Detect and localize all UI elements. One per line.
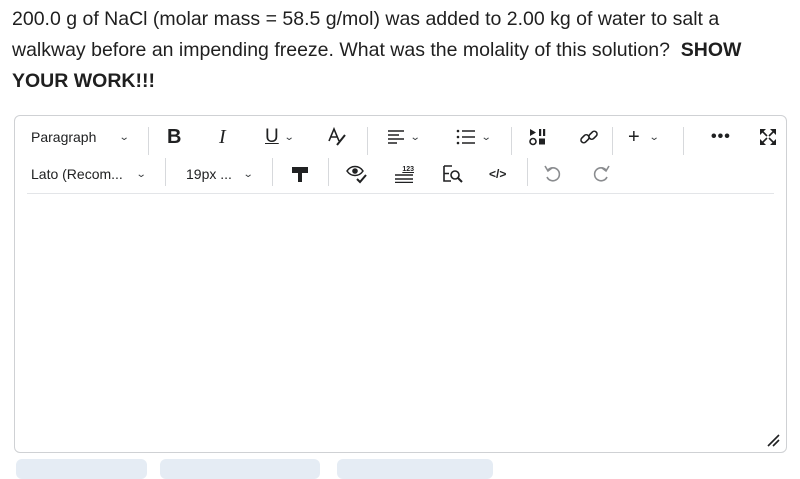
find-replace-button[interactable] <box>442 156 464 192</box>
action-button-3[interactable] <box>337 459 493 479</box>
editor-content-area[interactable] <box>15 196 786 452</box>
toolbar-divider <box>527 158 528 186</box>
undo-button[interactable] <box>543 156 563 192</box>
insert-media-button[interactable] <box>529 119 549 155</box>
toolbar-row-1: Paragraph ⌄ B I U ⌄ ⌄ ⌄ + ⌄ ••• <box>15 119 786 155</box>
action-button-2[interactable] <box>160 459 320 479</box>
insert-link-button[interactable] <box>579 119 599 155</box>
chevron-down-icon: ⌄ <box>242 168 254 180</box>
question-body: 200.0 g of NaCl (molar mass = 58.5 g/mol… <box>12 8 720 61</box>
rich-text-editor: Paragraph ⌄ B I U ⌄ ⌄ ⌄ + ⌄ ••• Lato (Re… <box>14 115 787 453</box>
toolbar-divider <box>148 127 149 155</box>
link-icon <box>579 127 599 147</box>
format-painter-icon <box>291 164 309 184</box>
align-icon <box>387 129 405 145</box>
toolbar-divider <box>683 127 684 155</box>
toolbar-row-2: Lato (Recom... ⌄ 19px ... ⌄ 123 </> <box>15 156 786 192</box>
chevron-down-icon: ⌄ <box>409 131 421 143</box>
question-text: 200.0 g of NaCl (molar mass = 58.5 g/mol… <box>12 4 792 97</box>
word-count-label: 123 <box>402 165 414 173</box>
toolbar-bottom-divider <box>27 193 774 194</box>
action-button-1[interactable] <box>16 459 147 479</box>
toolbar-divider <box>165 158 166 186</box>
chevron-down-icon: ⌄ <box>283 131 295 143</box>
fullscreen-button[interactable] <box>759 119 777 155</box>
bold-button[interactable]: B <box>167 119 181 155</box>
text-color-icon <box>326 127 348 147</box>
chevron-down-icon: ⌄ <box>648 131 660 143</box>
plus-icon: + <box>628 125 640 148</box>
toolbar-divider <box>272 158 273 186</box>
insert-media-icon <box>529 128 549 146</box>
bullet-list-dropdown[interactable]: ⌄ <box>456 119 492 155</box>
accessibility-checker-icon <box>346 164 368 184</box>
chevron-down-icon: ⌄ <box>135 168 147 180</box>
more-icon: ••• <box>711 128 731 145</box>
italic-icon: I <box>219 125 226 148</box>
bullet-list-icon <box>456 129 476 145</box>
font-family-label: Lato (Recom... <box>31 166 123 182</box>
font-size-label: 19px ... <box>186 166 232 182</box>
italic-button[interactable]: I <box>219 119 226 155</box>
chevron-down-icon: ⌄ <box>119 131 131 143</box>
resize-handle-icon[interactable] <box>766 432 780 447</box>
toolbar-divider <box>511 127 512 155</box>
toolbar-divider <box>328 158 329 186</box>
underline-icon: U <box>265 126 279 147</box>
source-code-button[interactable]: </> <box>489 156 506 192</box>
font-size-dropdown[interactable]: 19px ... ⌄ <box>186 156 254 192</box>
bold-icon: B <box>167 125 182 148</box>
chevron-down-icon: ⌄ <box>480 131 492 143</box>
block-format-label: Paragraph <box>31 129 97 145</box>
find-replace-icon <box>442 164 464 184</box>
source-code-icon: </> <box>489 167 507 181</box>
underline-button[interactable]: U ⌄ <box>265 119 295 155</box>
more-actions-button[interactable]: ••• <box>711 119 731 155</box>
insert-stuff-dropdown[interactable]: + ⌄ <box>628 119 660 155</box>
align-dropdown[interactable]: ⌄ <box>387 119 421 155</box>
redo-button[interactable] <box>591 156 611 192</box>
fullscreen-icon <box>759 128 777 146</box>
text-color-button[interactable] <box>326 119 348 155</box>
word-count-icon: 123 <box>394 166 414 183</box>
block-format-dropdown[interactable]: Paragraph ⌄ <box>31 119 131 155</box>
format-painter-button[interactable] <box>291 156 309 192</box>
accessibility-checker-button[interactable] <box>346 156 368 192</box>
toolbar-divider <box>367 127 368 155</box>
toolbar-divider <box>612 127 613 155</box>
redo-icon <box>591 164 611 184</box>
word-count-button[interactable]: 123 <box>394 156 414 192</box>
font-family-dropdown[interactable]: Lato (Recom... ⌄ <box>31 156 147 192</box>
undo-icon <box>543 164 563 184</box>
